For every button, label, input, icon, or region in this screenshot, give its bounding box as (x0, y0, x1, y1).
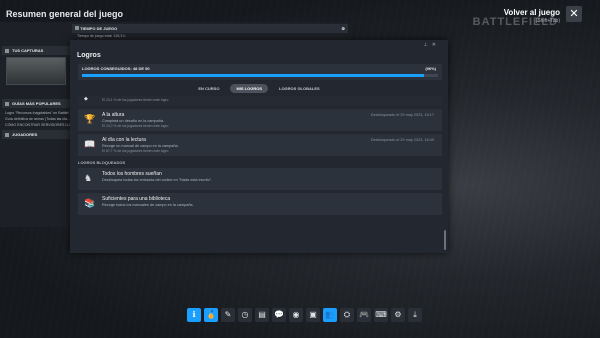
film-icon[interactable]: ▣ (306, 308, 320, 322)
gear-icon[interactable]: ⚙ (391, 308, 405, 322)
camera-icon (5, 48, 9, 53)
progress-bar-fill (82, 74, 424, 77)
gamepad-icon[interactable]: 🎮 (357, 308, 371, 322)
playtime-header: TIEMPO DE JUEGO ⚙ (72, 24, 348, 33)
book-icon: 📖 (84, 139, 96, 149)
return-to-game-button[interactable]: Volver al juego (Shift+Tab) (504, 8, 560, 24)
clock-icon (75, 26, 79, 30)
progress-percent: (96%) (425, 66, 436, 71)
return-shortcut: (Shift+Tab) (535, 18, 560, 24)
achievement-tabs: EN CURSO MIS LOGROS LOGROS GLOBALES (70, 84, 448, 93)
guide-item[interactable]: CÓMO ENCONTRAR SERVIDORES LLEN... (0, 122, 72, 128)
return-label: Volver al juego (503, 8, 560, 17)
clock-icon[interactable]: ◷ (238, 308, 252, 322)
globe-icon[interactable]: ◉ (289, 308, 303, 322)
friends-icon[interactable]: 👥 (323, 308, 337, 322)
achievement-icon: ◆ (84, 96, 88, 102)
overlay-title: Resumen general del juego (6, 9, 124, 19)
achievement-stat: El 24,0 % de los jugadores tienen este l… (102, 124, 169, 128)
close-icon[interactable]: ✕ (432, 42, 440, 48)
overlay-dock: ℹ 🏅 ✎ ◷ ▤ 💬 ◉ ▣ 👥 ⛭ 🎮 ⌨ ⚙ ⤓ (187, 308, 422, 322)
soldier-icon: ♞ (84, 173, 93, 183)
captures-header[interactable]: TUS CAPTURAS (2, 46, 70, 55)
edit-icon[interactable]: ✎ (221, 308, 235, 322)
achievement-row[interactable]: 📖 Al día con la lectura Recoge un manual… (78, 134, 442, 156)
dialog-title: Logros (77, 52, 101, 59)
settings-icon[interactable]: ⚙ (341, 26, 345, 31)
achievement-desc: Recoge un manual de campo en la campaña. (102, 144, 179, 148)
unlock-date: Desbloqueado el 29 may 2023, 15:17 (370, 113, 434, 117)
locked-section-label: LOGROS BLOQUEADOS (78, 160, 126, 165)
controller-icon[interactable]: ⛭ (340, 308, 354, 322)
tab-global-achievements[interactable]: LOGROS GLOBALES (273, 84, 326, 93)
achievement-title: Todos los hombres sueñan (102, 171, 162, 177)
chat-icon[interactable]: 💬 (272, 308, 286, 322)
players-icon (5, 132, 9, 137)
progress-label: LOGROS CONSEGUIDOS: 48 DE 50 (82, 66, 150, 71)
achievement-stat: El 67,7 % de los jugadores tienen este l… (102, 149, 169, 153)
achievement-progress: LOGROS CONSEGUIDOS: 48 DE 50 (96%) (78, 64, 442, 80)
document-icon[interactable]: ▤ (255, 308, 269, 322)
locked-achievement-row[interactable]: ♞ Todos los hombres sueñan Desbloquea to… (78, 168, 442, 190)
pin-icon[interactable]: ⊥ (423, 42, 431, 48)
scrollbar[interactable] (444, 230, 446, 250)
players-header[interactable]: JUGADORES (2, 130, 70, 139)
achievement-row[interactable]: ◆ El 24,1 % de los jugadores tienen este… (78, 96, 442, 106)
guide-icon (5, 101, 9, 106)
screenshot-thumbnail[interactable] (6, 57, 66, 85)
keyboard-icon[interactable]: ⌨ (374, 308, 388, 322)
tab-my-achievements[interactable]: MIS LOGROS (230, 84, 268, 93)
achievement-stat: El 24,1 % de los jugadores tienen este l… (102, 98, 169, 102)
achievement-desc: Recoge todos los manuales de campo en la… (102, 203, 194, 207)
achievement-row[interactable]: 🏆 A la altura Completa un desafío en la … (78, 109, 442, 131)
achievement-desc: Desbloquea todas las entradas del códice… (102, 178, 213, 182)
tab-in-progress[interactable]: EN CURSO (192, 84, 225, 93)
dialog-controls[interactable]: ⊥✕ (423, 42, 440, 48)
close-button[interactable]: ✕ (566, 6, 582, 22)
trophy-icon: 🏆 (84, 114, 96, 124)
achievements-icon[interactable]: 🏅 (204, 308, 218, 322)
achievement-title: Suficientes para una biblioteca (102, 196, 171, 202)
guides-header[interactable]: GUÍAS MÁS POPULARES (2, 99, 70, 108)
progress-bar (82, 74, 438, 77)
info-icon[interactable]: ℹ (187, 308, 201, 322)
achievement-desc: Completa un desafío en la campaña. (102, 119, 165, 123)
locked-achievement-row[interactable]: 📚 Suficientes para una biblioteca Recoge… (78, 193, 442, 215)
download-icon[interactable]: ⤓ (408, 308, 422, 322)
achievement-list: ◆ El 24,1 % de los jugadores tienen este… (78, 96, 442, 218)
achievements-dialog: ⊥✕ Logros LOGROS CONSEGUIDOS: 48 DE 50 (… (70, 40, 448, 253)
books-icon: 📚 (84, 198, 96, 208)
left-panel: TUS CAPTURAS GUÍAS MÁS POPULARES Logro "… (0, 22, 72, 227)
unlock-date: Desbloqueado el 29 may 2023, 16:49 (370, 138, 434, 142)
